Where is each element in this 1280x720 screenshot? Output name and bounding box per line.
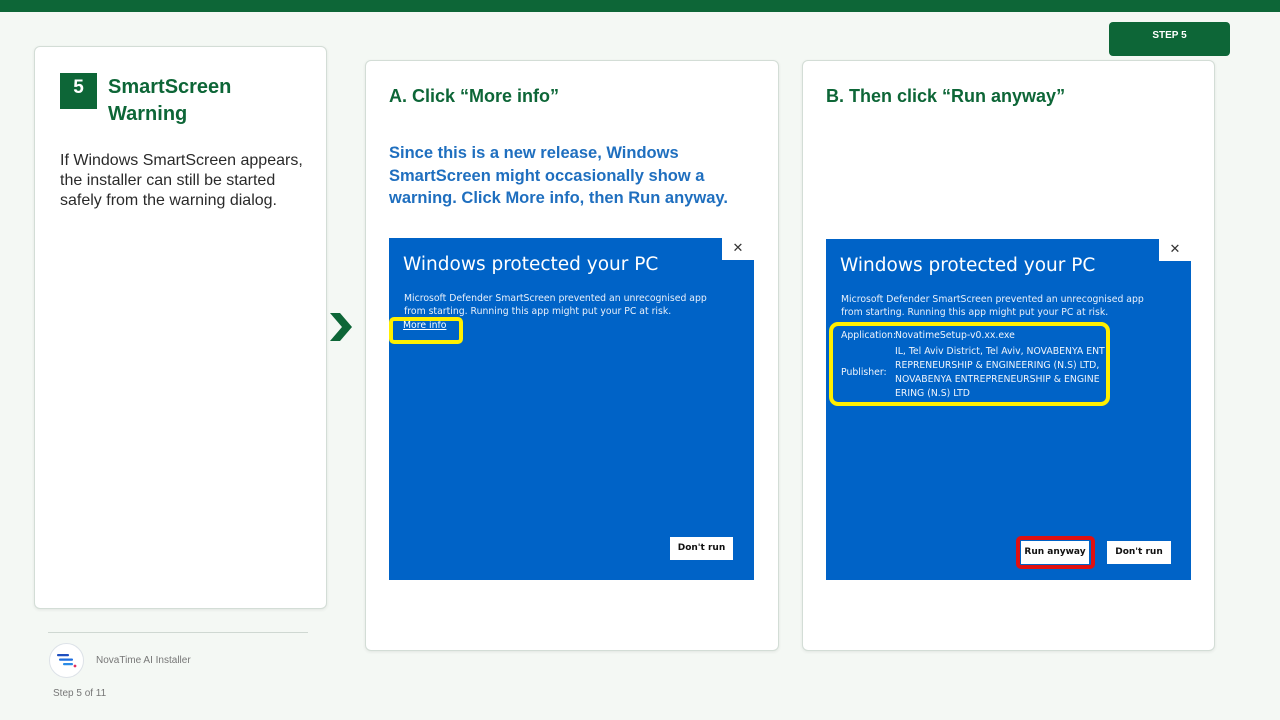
step-badge: STEP 5: [1109, 22, 1230, 56]
dialog-message: Microsoft Defender SmartScreen prevented…: [841, 294, 1144, 318]
footer-app-name: NovaTime AI Installer: [96, 655, 191, 666]
step-description: If Windows SmartScreen appears, the inst…: [60, 152, 303, 209]
smartscreen-dialog-b: ✕ Windows protected your PC Microsoft De…: [826, 239, 1191, 580]
footer-divider: [48, 632, 308, 633]
novatime-logo-icon: [49, 643, 84, 678]
step-summary-card: 5 SmartScreen Warning If Windows SmartSc…: [34, 46, 327, 609]
step-number: 5: [60, 73, 97, 109]
step-title: SmartScreen Warning: [108, 76, 232, 125]
card-a-title: A. Click “More info”: [389, 86, 560, 106]
dialog-heading: Windows protected your PC: [840, 255, 1096, 276]
top-accent-bar: [0, 0, 1280, 12]
footer-step-counter: Step 5 of 11: [53, 688, 107, 699]
smartscreen-dialog-a: ✕ Windows protected your PC Microsoft De…: [389, 238, 754, 580]
close-icon[interactable]: ✕: [722, 238, 754, 260]
dont-run-button[interactable]: Don't run: [670, 537, 733, 560]
dont-run-button[interactable]: Don't run: [1107, 541, 1171, 564]
card-b-title: B. Then click “Run anyway”: [826, 86, 1066, 106]
instruction-card-b: B. Then click “Run anyway” ✕ Windows pro…: [802, 60, 1215, 651]
run-anyway-highlight: [1016, 536, 1095, 569]
release-note: Since this is a new release, Windows Sma…: [389, 144, 728, 207]
close-icon[interactable]: ✕: [1159, 239, 1191, 261]
chevron-right-icon: [330, 313, 352, 341]
dialog-heading: Windows protected your PC: [403, 254, 659, 275]
dialog-message: Microsoft Defender SmartScreen prevented…: [404, 293, 707, 317]
app-details-highlight: [829, 322, 1110, 406]
more-info-highlight: [389, 317, 463, 344]
instruction-card-a: A. Click “More info” Since this is a new…: [365, 60, 779, 651]
